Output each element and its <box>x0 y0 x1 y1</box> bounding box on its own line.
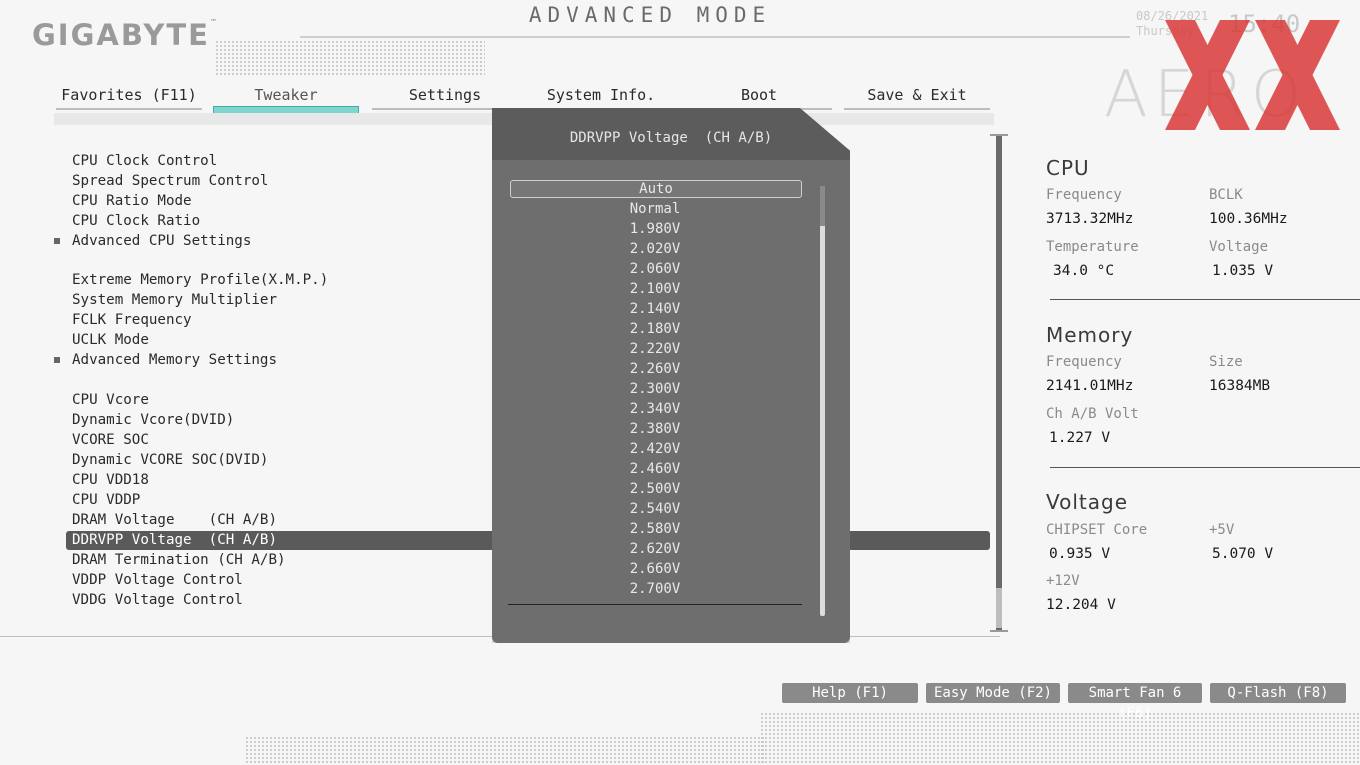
option-voltage[interactable]: 2.460V <box>510 460 800 478</box>
option-voltage[interactable]: 2.020V <box>510 240 800 258</box>
plus12v-label: +12V <box>1046 573 1080 589</box>
watermark-xx-icon <box>1165 20 1340 130</box>
option-voltage[interactable]: 2.300V <box>510 380 800 398</box>
option-voltage[interactable]: 2.500V <box>510 480 800 498</box>
option-voltage[interactable]: 2.700V <box>510 580 800 598</box>
menu-item-xmp[interactable]: Extreme Memory Profile(X.M.P.) <box>72 270 328 290</box>
memory-size-label: Size <box>1209 354 1243 370</box>
scrollbar-bottom-cap <box>990 630 1008 632</box>
header-dot-pattern <box>215 40 485 76</box>
menu-item-vddp-voltage-control[interactable]: VDDP Voltage Control <box>72 570 243 590</box>
plus5v-value: 5.070 V <box>1212 546 1274 562</box>
voltage-section-title: Voltage <box>1046 490 1129 514</box>
option-voltage[interactable]: 2.060V <box>510 260 800 278</box>
memory-size-value: 16384MB <box>1209 378 1271 394</box>
main-scrollbar[interactable] <box>996 136 1002 630</box>
footer-dot-pattern-left <box>245 736 765 765</box>
menu-item-dynamic-vcore[interactable]: Dynamic Vcore(DVID) <box>72 410 234 430</box>
cpu-bclk-label: BCLK <box>1209 187 1243 203</box>
main-scrollbar-thumb[interactable] <box>996 588 1002 628</box>
cpu-section-title: CPU <box>1046 156 1090 180</box>
option-voltage[interactable]: 2.260V <box>510 360 800 378</box>
menu-item-dynamic-vcore-soc[interactable]: Dynamic VCORE SOC(DVID) <box>72 450 268 470</box>
dialog-divider <box>508 604 802 605</box>
menu-item-system-memory-multiplier[interactable]: System Memory Multiplier <box>72 290 277 310</box>
cpu-temperature-label: Temperature <box>1046 239 1139 255</box>
dialog-scrollbar[interactable] <box>820 186 825 616</box>
submenu-bullet-icon <box>54 238 60 244</box>
option-voltage[interactable]: 2.140V <box>510 300 800 318</box>
tab-settings[interactable]: Settings <box>370 84 520 110</box>
cpu-bclk-value: 100.36MHz <box>1209 211 1288 227</box>
menu-item-cpu-ratio-mode[interactable]: CPU Ratio Mode <box>72 191 192 211</box>
menu-item-dram-voltage[interactable]: DRAM Voltage (CH A/B) <box>72 510 277 530</box>
header-divider <box>300 36 1130 38</box>
menu-item-ddrvpp-voltage[interactable]: DDRVPP Voltage (CH A/B) <box>72 530 277 550</box>
option-voltage[interactable]: 2.660V <box>510 560 800 578</box>
help-button[interactable]: Help (F1) <box>782 683 918 703</box>
info-divider <box>1050 467 1360 468</box>
option-voltage[interactable]: 2.380V <box>510 420 800 438</box>
memory-volt-label: Ch A/B Volt <box>1046 406 1139 422</box>
qflash-button[interactable]: Q-Flash (F8) <box>1210 683 1346 703</box>
memory-volt-value: 1.227 V <box>1049 430 1111 446</box>
mode-title: ADVANCED MODE <box>528 3 772 27</box>
memory-frequency-value: 2141.01MHz <box>1046 378 1134 394</box>
option-voltage[interactable]: 2.620V <box>510 540 800 558</box>
menu-item-vddg-voltage-control[interactable]: VDDG Voltage Control <box>72 590 243 610</box>
option-voltage[interactable]: 2.580V <box>510 520 800 538</box>
smart-fan-button[interactable]: Smart Fan 6 (F6) <box>1068 683 1202 721</box>
tab-save-exit[interactable]: Save & Exit <box>842 84 992 110</box>
cpu-voltage-value: 1.035 V <box>1212 263 1274 279</box>
menu-item-uclk-mode[interactable]: UCLK Mode <box>72 330 149 350</box>
plus12v-value: 12.204 V <box>1046 597 1116 613</box>
menu-item-spread-spectrum[interactable]: Spread Spectrum Control <box>72 171 268 191</box>
footer-dot-pattern <box>760 712 1360 765</box>
tab-boot[interactable]: Boot <box>684 84 834 110</box>
menu-item-vcore-soc[interactable]: VCORE SOC <box>72 430 149 450</box>
chipset-core-label: CHIPSET Core <box>1046 522 1148 538</box>
cpu-temperature-value: 34.0 °C <box>1053 263 1115 279</box>
main-tabs: Favorites (F11) Tweaker Settings System … <box>54 84 994 114</box>
option-auto[interactable]: Auto <box>510 180 802 198</box>
tab-favorites[interactable]: Favorites (F11) <box>54 84 204 110</box>
ddrvpp-voltage-dialog: DDRVPP Voltage (CH A/B) Auto Normal 1.98… <box>492 108 850 643</box>
memory-frequency-label: Frequency <box>1046 354 1122 370</box>
tab-tweaker[interactable]: Tweaker <box>211 84 361 114</box>
gigabyte-logo: GIGABYTE™ <box>32 18 217 52</box>
menu-item-dram-termination[interactable]: DRAM Termination (CH A/B) <box>72 550 286 570</box>
submenu-bullet-icon <box>54 357 60 363</box>
chipset-core-value: 0.935 V <box>1049 546 1111 562</box>
option-voltage[interactable]: 2.420V <box>510 440 800 458</box>
menu-item-cpu-vddp[interactable]: CPU VDDP <box>72 490 140 510</box>
dialog-scrollbar-thumb[interactable] <box>820 186 825 226</box>
option-voltage[interactable]: 2.540V <box>510 500 800 518</box>
cpu-frequency-label: Frequency <box>1046 187 1122 203</box>
option-voltage[interactable]: 2.220V <box>510 340 800 358</box>
easy-mode-button[interactable]: Easy Mode (F2) <box>926 683 1060 703</box>
menu-item-advanced-memory-settings[interactable]: Advanced Memory Settings <box>72 350 277 370</box>
memory-section-title: Memory <box>1046 323 1134 347</box>
menu-item-cpu-vdd18[interactable]: CPU VDD18 <box>72 470 149 490</box>
menu-item-advanced-cpu-settings[interactable]: Advanced CPU Settings <box>72 231 251 251</box>
option-voltage[interactable]: 1.980V <box>510 220 800 238</box>
menu-item-cpu-clock-control[interactable]: CPU Clock Control <box>72 151 217 171</box>
option-voltage[interactable]: 2.340V <box>510 400 800 418</box>
tab-system-info[interactable]: System Info. <box>526 84 676 110</box>
menu-item-cpu-vcore[interactable]: CPU Vcore <box>72 390 149 410</box>
option-voltage[interactable]: 2.180V <box>510 320 800 338</box>
dialog-title: DDRVPP Voltage (CH A/B) <box>569 130 773 146</box>
menu-item-fclk-frequency[interactable]: FCLK Frequency <box>72 310 192 330</box>
option-voltage[interactable]: 2.100V <box>510 280 800 298</box>
menu-item-cpu-clock-ratio[interactable]: CPU Clock Ratio <box>72 211 200 231</box>
option-normal[interactable]: Normal <box>510 200 800 218</box>
info-divider <box>1050 299 1360 300</box>
cpu-frequency-value: 3713.32MHz <box>1046 211 1134 227</box>
plus5v-label: +5V <box>1209 522 1235 538</box>
cpu-voltage-label: Voltage <box>1209 239 1269 255</box>
